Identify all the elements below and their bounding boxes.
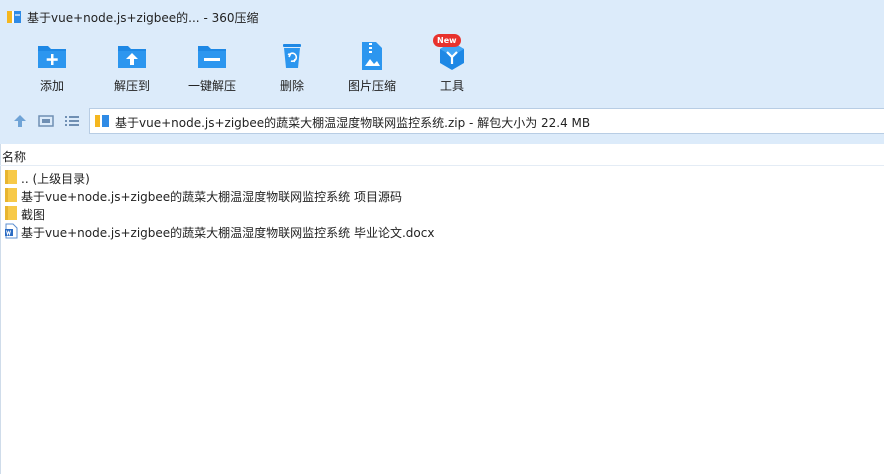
path-field[interactable]: 基于vue+node.js+zigbee的蔬菜大棚温湿度物联网监控系统.zip … [89,108,884,134]
tools-label: 工具 [439,79,464,93]
thumbnail-view-icon[interactable] [37,113,55,129]
extract-to-label: 解压到 [113,79,150,93]
word-document-icon [5,223,18,239]
path-text: 基于vue+node.js+zigbee的蔬菜大棚温湿度物联网监控系统.zip … [115,116,591,130]
list-item[interactable]: 基于vue+node.js+zigbee的蔬菜大棚温湿度物联网监控系统 毕业论文… [0,222,884,240]
new-badge: New [433,34,461,47]
add-button[interactable]: 添加 [14,40,90,96]
archive-app-icon [7,11,21,23]
tools-button[interactable]: New 工具 [414,34,490,96]
title-bar: 基于vue+node.js+zigbee的... - 360压缩 [0,0,884,34]
add-label: 添加 [39,79,64,93]
delete-button[interactable]: 删除 [254,40,330,96]
one-click-extract-button[interactable]: 一键解压 [174,40,250,96]
address-bar: 基于vue+node.js+zigbee的蔬菜大棚温湿度物联网监控系统.zip … [0,98,884,144]
list-view-icon[interactable] [63,113,81,129]
extract-folder-icon [118,46,146,68]
folder-icon [5,170,17,184]
one-click-extract-icon [198,46,226,68]
extract-to-button[interactable]: 解压到 [94,40,170,96]
column-header-name[interactable]: 名称 [2,148,26,165]
zip-archive-icon [95,115,109,127]
window-title: 基于vue+node.js+zigbee的... - 360压缩 [27,11,259,25]
delete-label: 删除 [279,79,304,93]
image-compress-icon [362,42,382,70]
file-name: 基于vue+node.js+zigbee的蔬菜大棚温湿度物联网监控系统 项目源码 [21,190,402,204]
file-name: 截图 [21,208,46,222]
folder-icon [5,188,17,202]
file-name: .. (上级目录) [21,172,90,186]
folder-icon [5,206,17,220]
list-item[interactable]: .. (上级目录) [0,168,884,186]
image-compress-label: 图片压缩 [347,79,396,93]
file-name: 基于vue+node.js+zigbee的蔬菜大棚温湿度物联网监控系统 毕业论文… [21,226,435,240]
add-folder-icon [38,46,66,68]
list-item[interactable]: 基于vue+node.js+zigbee的蔬菜大棚温湿度物联网监控系统 项目源码 [0,186,884,204]
image-compress-button[interactable]: 图片压缩 [334,40,410,96]
recycle-bin-icon [283,44,301,68]
column-header-row: 名称 [0,147,884,166]
one-click-extract-label: 一键解压 [187,79,236,93]
up-arrow-icon[interactable] [11,113,29,129]
toolbar: 添加 解压到 一键解压 删除 图片压缩 New 工具 [0,34,884,98]
file-list: .. (上级目录) 基于vue+node.js+zigbee的蔬菜大棚温湿度物联… [0,168,884,240]
list-item[interactable]: 截图 [0,204,884,222]
